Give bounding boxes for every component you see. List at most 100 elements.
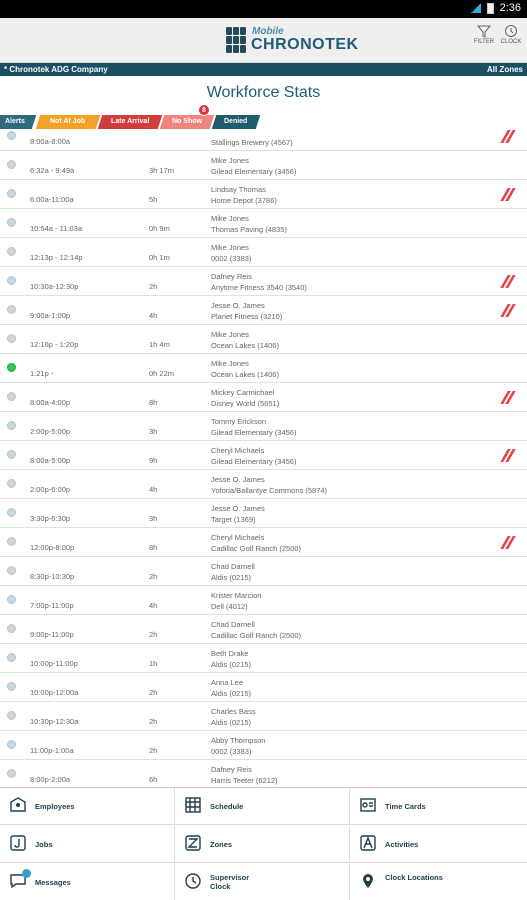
shift-duration: 2h bbox=[149, 717, 158, 726]
filter-label: FILTER bbox=[473, 39, 495, 45]
list-item[interactable]: 10:00p-12:00a 2h Anna Lee Aldis (0215) bbox=[0, 673, 527, 702]
nav-time-cards[interactable]: Time Cards bbox=[350, 788, 527, 825]
zone-selector[interactable]: All Zones bbox=[487, 65, 523, 74]
job-location: Gilead Elementary (3456) bbox=[211, 457, 297, 466]
job-location: Target (1369) bbox=[211, 515, 256, 524]
list-item[interactable]: 12:13p - 12:14p 0h 1m Mike Jones 0002 (3383… bbox=[0, 238, 527, 267]
shift-time: 8:00a-8:00a bbox=[30, 137, 71, 146]
list-item[interactable]: 10:30p-12:30a 2h Charles Bass Aldis (0215) bbox=[0, 702, 527, 731]
employee-name: Mike Jones bbox=[211, 359, 249, 368]
list-item[interactable]: 2:00p-6:00p 4h Jesse O. James Yoforia/Balla… bbox=[0, 470, 527, 499]
shift-time: 9:00a-1:00p bbox=[30, 311, 71, 320]
employee-name: Tommy Erickson bbox=[211, 417, 267, 426]
shift-time: 12:13p - 12:14p bbox=[30, 253, 83, 262]
list-item[interactable]: 9:00p-11:00p 2h Chad Darnell Cadillac Golf … bbox=[0, 615, 527, 644]
employees-icon bbox=[9, 796, 27, 814]
shift-duration: 4h bbox=[149, 601, 158, 610]
list-item[interactable]: 10:00p-11:00p 1h Beth Drake Aldis (0215) bbox=[0, 644, 527, 673]
job-location: Yoforia/Ballantye Commons (5874) bbox=[211, 486, 328, 495]
nav-jobs[interactable]: Jobs bbox=[0, 826, 175, 863]
shift-time: 12:00p-8:00p bbox=[30, 543, 75, 552]
nav-clock-locations[interactable]: Clock Locations bbox=[350, 864, 527, 900]
shift-time: 6:32a - 9:49a bbox=[30, 166, 75, 175]
employee-name: Cheryl Michaels bbox=[211, 533, 265, 542]
clock-button[interactable]: CLOCK bbox=[497, 24, 525, 45]
alert-flag-icon bbox=[500, 130, 516, 143]
list-item[interactable]: 11:00p-1:00a 2h Abby Thompson 0002 (3383) bbox=[0, 731, 527, 760]
status-dot-icon bbox=[7, 595, 16, 604]
tab-no-show[interactable]: No Show bbox=[159, 115, 215, 129]
status-dot-icon bbox=[7, 537, 16, 546]
list-item[interactable]: 2:00p-5:00p 3h Tommy Erickson Gilead Elemen… bbox=[0, 412, 527, 441]
shift-duration: 0h 1m bbox=[149, 253, 170, 262]
shift-time: 10:00p-11:00p bbox=[30, 659, 78, 668]
shift-duration: 2h bbox=[149, 630, 158, 639]
job-location: Aldis (0215) bbox=[211, 573, 252, 582]
job-location: Anytime Fitness 3540 (3540) bbox=[211, 283, 307, 292]
list-item[interactable]: 9:00a-1:00p 4h Jesse O. James Planet Fitnes… bbox=[0, 296, 527, 325]
job-location: Ocean Lakes (1406) bbox=[211, 370, 279, 379]
status-dot-icon bbox=[7, 711, 16, 720]
job-location: Disney World (5651) bbox=[211, 399, 280, 408]
list-item[interactable]: 10:30a-12:30p 2h Dafney Reis Anytime Fitnes… bbox=[0, 267, 527, 296]
tab-denied[interactable]: Denied bbox=[211, 115, 261, 129]
alert-flag-icon bbox=[500, 275, 516, 288]
shift-duration: 0h 22m bbox=[149, 369, 175, 378]
status-dot-icon bbox=[7, 334, 16, 343]
company-selector[interactable]: * Chronotek ADG Company bbox=[4, 65, 108, 74]
list-item[interactable]: 6:32a - 9:49a 3h 17m Mike Jones Gilead Elem… bbox=[0, 151, 527, 180]
job-location: Ocean Lakes (1406) bbox=[211, 341, 279, 350]
employee-name: Jesse O. James bbox=[211, 301, 265, 310]
nav-label: Activities bbox=[385, 840, 419, 849]
tab-not-at-job[interactable]: Not At Job bbox=[35, 115, 101, 129]
list-item[interactable]: 8:00a-8:00a Stallings Brewery (4567) bbox=[0, 129, 527, 151]
list-item[interactable]: 8:00a-4:00p 8h Mickey Carmichael Disney Wor… bbox=[0, 383, 527, 412]
nav-schedule[interactable]: Schedule bbox=[175, 788, 350, 825]
status-time: 2:36 bbox=[499, 2, 521, 14]
list-item[interactable]: 3:30p-6:30p 3h Jesse O. James Target (1369) bbox=[0, 499, 527, 528]
time-cards-icon bbox=[359, 796, 377, 814]
list-item[interactable]: 8:00p-2:00a 6h Dafney Reis Harris Teeter (6… bbox=[0, 760, 527, 787]
list-item[interactable]: 12:00p-8:00p 8h Cheryl Michaels Cadillac Go… bbox=[0, 528, 527, 557]
nav-label: Schedule bbox=[210, 802, 244, 811]
list-item[interactable]: 8:30p-10:30p 2h Chad Darnell Aldis (0215) bbox=[0, 557, 527, 586]
status-bar: 2:36 bbox=[0, 0, 527, 18]
job-location: Stallings Brewery (4567) bbox=[211, 138, 293, 147]
job-location: Aldis (0215) bbox=[211, 660, 252, 669]
list-item[interactable]: 6:00a-11:00a 5h Lindsay Thomas Home Depot (… bbox=[0, 180, 527, 209]
list-item[interactable]: 1:21p - 0h 22m Mike Jones Ocean Lakes (1406… bbox=[0, 354, 527, 383]
employee-name: Abby Thompson bbox=[211, 736, 266, 745]
status-dot-icon bbox=[7, 247, 16, 256]
shift-duration: 2h bbox=[149, 746, 158, 755]
job-location: Gilead Elementary (3456) bbox=[211, 167, 297, 176]
shift-duration: 4h bbox=[149, 485, 158, 494]
status-dot-icon bbox=[7, 392, 16, 401]
workforce-list[interactable]: 8:00a-8:00a Stallings Brewery (4567) 6:32a… bbox=[0, 129, 527, 787]
employee-name: Mike Jones bbox=[211, 330, 249, 339]
employee-name: Dafney Reis bbox=[211, 765, 252, 774]
nav-messages[interactable]: Messages bbox=[0, 864, 175, 900]
nav-employees[interactable]: Employees bbox=[0, 788, 175, 825]
shift-duration: 1h bbox=[149, 659, 158, 668]
list-item[interactable]: 7:00p-11:00p 4h Krister Marcion Dell (4012) bbox=[0, 586, 527, 615]
alert-flag-icon bbox=[500, 304, 516, 317]
shift-time: 3:30p-6:30p bbox=[30, 514, 71, 523]
nav-zones[interactable]: Zones bbox=[175, 826, 350, 863]
list-item[interactable]: 12:16p - 1:20p 1h 4m Mike Jones Ocean Lakes… bbox=[0, 325, 527, 354]
nav-activities[interactable]: Activities bbox=[350, 826, 527, 863]
employee-name: Jesse O. James bbox=[211, 475, 265, 484]
status-dot-icon bbox=[7, 305, 16, 314]
list-item[interactable]: 8:00a-5:00p 9h Cheryl Michaels Gilead Eleme… bbox=[0, 441, 527, 470]
job-location: Thomas Paving (4835) bbox=[211, 225, 287, 234]
shift-duration: 8h bbox=[149, 398, 158, 407]
shift-duration: 2h bbox=[149, 688, 158, 697]
job-location: Aldis (0215) bbox=[211, 718, 252, 727]
nav-supervisor-clock[interactable]: Supervisor Clock bbox=[175, 864, 350, 900]
tab-late-arrival[interactable]: Late Arrival bbox=[97, 115, 163, 129]
list-item[interactable]: 10:54a - 11:03a 0h 9m Mike Jones Thomas Pav… bbox=[0, 209, 527, 238]
employee-name: Beth Drake bbox=[211, 649, 249, 658]
company-bar: * Chronotek ADG Company All Zones bbox=[0, 63, 527, 76]
app-header: Mobile CHRONOTEK FILTER CLOCK bbox=[0, 18, 527, 63]
filter-button[interactable]: FILTER bbox=[470, 24, 498, 45]
tab-alerts[interactable]: Alerts bbox=[0, 115, 37, 129]
